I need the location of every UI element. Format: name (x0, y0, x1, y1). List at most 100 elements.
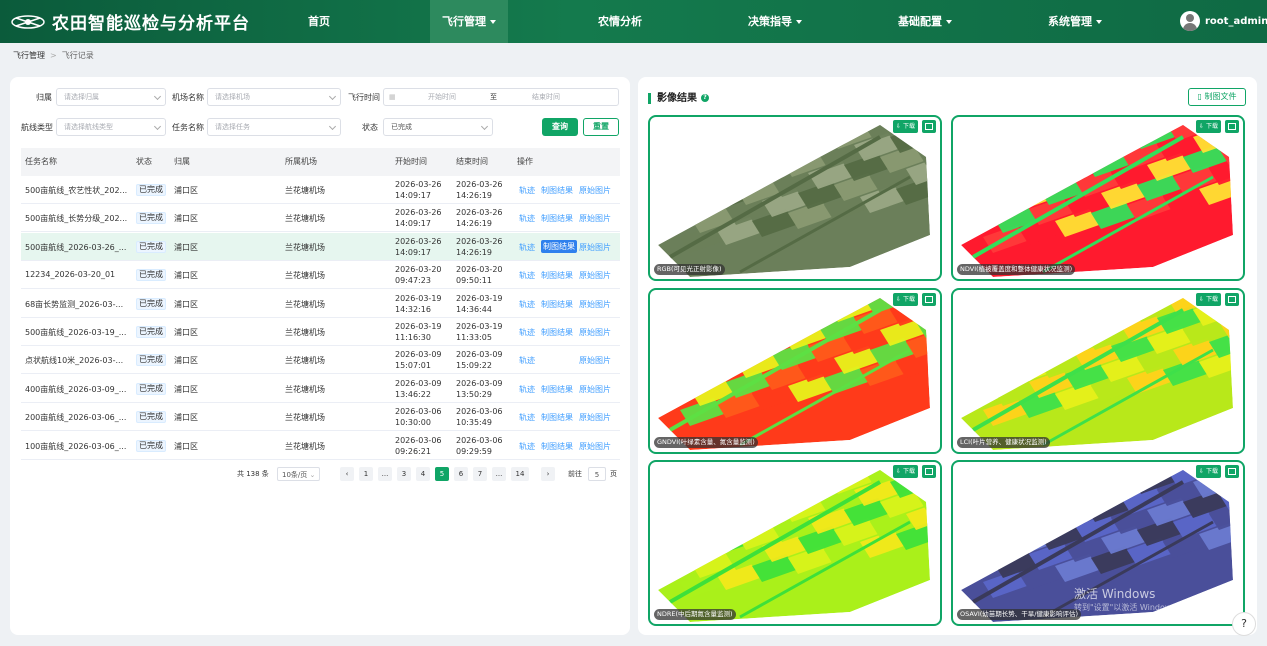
airport-select[interactable]: 请选择机场 (207, 88, 341, 106)
column-header: 状态 (136, 157, 152, 166)
raw-images-link[interactable]: 原始图片 (579, 412, 611, 423)
map-result-link[interactable]: 制图结果 (541, 384, 573, 395)
nav-base-config[interactable]: 基础配置 (885, 0, 965, 43)
help-button[interactable]: ? (1232, 612, 1256, 636)
track-link[interactable]: 轨迹 (519, 270, 535, 281)
map-result-link[interactable]: 制图结果 (541, 441, 573, 452)
area-cell: 浦口区 (174, 214, 198, 224)
page-number[interactable]: 4 (416, 467, 430, 481)
table-row[interactable]: 500亩航线_长势分级_202... 已完成 浦口区 兰花塘机场 2026-03-26 1… (21, 204, 620, 233)
nav-crop-analysis[interactable]: 农情分析 (590, 0, 650, 43)
nav-home[interactable]: 首页 (289, 0, 349, 43)
track-link[interactable]: 轨迹 (519, 355, 535, 366)
track-link[interactable]: 轨迹 (519, 299, 535, 310)
track-link[interactable]: 轨迹 (519, 242, 535, 253)
fullscreen-icon[interactable] (922, 293, 936, 306)
track-link[interactable]: 轨迹 (519, 412, 535, 423)
prev-page-button[interactable]: ‹ (340, 467, 354, 481)
page-ellipsis[interactable]: ... (492, 467, 506, 481)
fullscreen-icon[interactable] (1225, 293, 1239, 306)
raw-images-link[interactable]: 原始图片 (579, 242, 611, 253)
download-button[interactable]: ⇩ 下载 (1196, 293, 1221, 306)
track-link[interactable]: 轨迹 (519, 441, 535, 452)
area-select[interactable]: 请选择归属 (56, 88, 166, 106)
lci-card[interactable]: ⇩ 下载 LCI(叶片营养、健康状况监测) (951, 288, 1245, 454)
raw-images-link[interactable]: 原始图片 (579, 299, 611, 310)
download-button[interactable]: ⇩ 下载 (893, 465, 918, 478)
logo[interactable]: 农田智能巡检与分析平台 (10, 9, 250, 34)
query-button[interactable]: 查询 (542, 118, 578, 136)
fullscreen-icon[interactable] (922, 465, 936, 478)
table-row[interactable]: 68亩长势监测_2026-03-... 已完成 浦口区 兰花塘机场 2026-03-19… (21, 290, 620, 318)
raw-images-link[interactable]: 原始图片 (579, 441, 611, 452)
ndre-card[interactable]: ⇩ 下载 NDRE(中后期氮含量监测) (648, 460, 942, 626)
raw-images-link[interactable]: 原始图片 (579, 213, 611, 224)
start-time-cell: 2026-03-26 14:09:17 (395, 236, 442, 258)
reset-button[interactable]: 重置 (583, 118, 619, 136)
raw-images-link[interactable]: 原始图片 (579, 185, 611, 196)
page-ellipsis[interactable]: ... (378, 467, 392, 481)
raw-images-link[interactable]: 原始图片 (579, 355, 611, 366)
raw-images-link[interactable]: 原始图片 (579, 384, 611, 395)
fullscreen-icon[interactable] (1225, 120, 1239, 133)
table-row[interactable]: 500亩航线_2026-03-26_... 已完成 浦口区 兰花塘机场 2026-03-… (21, 232, 620, 261)
start-time-cell: 2026-03-19 14:32:16 (395, 293, 442, 315)
next-page-button[interactable]: › (541, 467, 555, 481)
map-result-link[interactable]: 制图结果 (541, 185, 573, 196)
end-time-cell: 2026-03-06 09:29:59 (456, 435, 503, 457)
track-link[interactable]: 轨迹 (519, 327, 535, 338)
page-size-select[interactable]: 10条/页 ⌄ (277, 467, 321, 481)
page-number[interactable]: 6 (454, 467, 468, 481)
table-row[interactable]: 100亩航线_2026-03-06_... 已完成 浦口区 兰花塘机场 2026-03-… (21, 432, 620, 460)
rgb-card[interactable]: ⇩ 下载 RGB(可见光正射影像) (648, 115, 942, 281)
map-result-link[interactable]: 制图结果 (541, 412, 573, 423)
start-clock: 10:30:00 (395, 418, 431, 428)
gndvi-card[interactable]: ⇩ 下载 GNDVI(叶绿素含量、氮含量监测) (648, 288, 942, 454)
ndvi-card[interactable]: ⇩ 下载 NDVI(植被覆盖度和整体健康状况监测) (951, 115, 1245, 281)
download-button[interactable]: ⇩ 下载 (1196, 465, 1221, 478)
download-button[interactable]: ⇩ 下载 (893, 293, 918, 306)
route-type-select[interactable]: 请选择航线类型 (56, 118, 166, 136)
map-result-link[interactable]: 制图结果 (541, 299, 573, 310)
help-icon[interactable]: ? (701, 94, 709, 102)
table-row[interactable]: 点状航线10米_2026-03-... 已完成 浦口区 兰花塘机场 2026-03-09… (21, 346, 620, 375)
nav-system-management[interactable]: 系统管理 (1035, 0, 1115, 43)
breadcrumb-item[interactable]: 飞行管理 (13, 51, 45, 60)
goto-page-input[interactable]: 5 (588, 467, 606, 481)
fullscreen-icon[interactable] (922, 120, 936, 133)
table-row[interactable]: 500亩航线_2026-03-19_... 已完成 浦口区 兰花塘机场 2026-03-… (21, 318, 620, 346)
map-result-link[interactable]: 制图结果 (541, 327, 573, 338)
goto-unit: 页 (610, 470, 617, 478)
field-patch (756, 137, 800, 165)
table-row[interactable]: 400亩航线_2026-03-09_... 已完成 浦口区 兰花塘机场 2026-03-… (21, 375, 620, 403)
download-button[interactable]: ⇩ 下载 (1196, 120, 1221, 133)
track-link[interactable]: 轨迹 (519, 185, 535, 196)
raw-images-link[interactable]: 原始图片 (579, 270, 611, 281)
raw-images-link[interactable]: 原始图片 (579, 327, 611, 338)
map-file-button[interactable]: ▯ 制图文件 (1188, 88, 1246, 106)
page-number[interactable]: 7 (473, 467, 487, 481)
user-menu[interactable]: root_admin (1180, 11, 1267, 31)
nav-flight-management[interactable]: 飞行管理 (430, 0, 508, 43)
nav-decision-guide[interactable]: 决策指导 (735, 0, 815, 43)
page-number[interactable]: 3 (397, 467, 411, 481)
download-button[interactable]: ⇩ 下载 (893, 120, 918, 133)
map-result-link[interactable]: 制图结果 (541, 213, 573, 224)
page-number[interactable]: 14 (511, 467, 529, 481)
map-result-link[interactable]: 制图结果 (541, 239, 577, 253)
map-result-link[interactable]: 制图结果 (541, 270, 573, 281)
airport-placeholder: 请选择机场 (215, 93, 250, 101)
table-row[interactable]: 200亩航线_2026-03-06_... 已完成 浦口区 兰花塘机场 2026-03-… (21, 403, 620, 432)
track-link[interactable]: 轨迹 (519, 384, 535, 395)
table-row[interactable]: 12234_2026-03-20_01 已完成 浦口区 兰花塘机场 2026-03-20… (21, 261, 620, 290)
fullscreen-icon[interactable] (1225, 465, 1239, 478)
task-name-cell: 68亩长势监测_2026-03-... (25, 299, 124, 309)
status-select[interactable]: 已完成 (383, 118, 493, 136)
flight-time-range[interactable]: ▦ 开始时间 至 结束时间 (383, 88, 619, 106)
area-cell: 浦口区 (174, 441, 198, 451)
page-number[interactable]: 5 (435, 467, 449, 481)
table-row[interactable]: 500亩航线_农艺性状_202... 已完成 浦口区 兰花塘机场 2026-03-26 1… (21, 176, 620, 204)
page-number[interactable]: 1 (359, 467, 373, 481)
task-name-select[interactable]: 请选择任务 (207, 118, 341, 136)
track-link[interactable]: 轨迹 (519, 213, 535, 224)
